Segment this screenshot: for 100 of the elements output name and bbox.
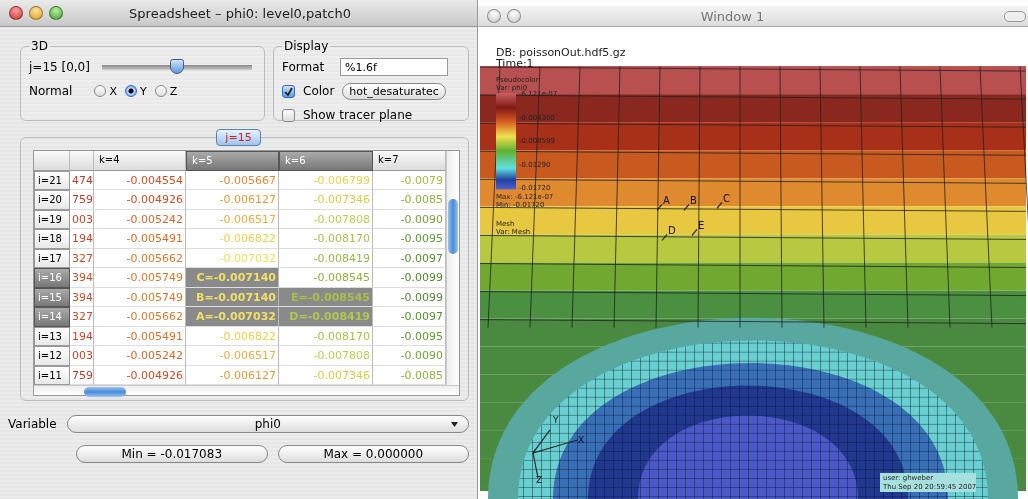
cell-value: -0.005491 <box>126 232 183 245</box>
close-button[interactable] <box>9 6 23 20</box>
radio-button[interactable]: X <box>94 84 117 98</box>
cell-value: -0.005662 <box>126 251 183 265</box>
cell-value: -0.008419 <box>313 251 370 265</box>
point-label: A <box>656 195 670 211</box>
cell-value: 194 <box>72 329 93 343</box>
cell-value: -0.004926 <box>126 193 183 206</box>
cell-value: 474 <box>72 173 93 187</box>
table-corner <box>34 151 70 171</box>
cell-value: -0.006127 <box>219 368 276 382</box>
group-label: Display <box>283 39 330 53</box>
cell-value: -0.008170 <box>313 232 370 245</box>
row-header[interactable]: i=20 <box>34 190 70 210</box>
axis-triad-drawing: Y X Z <box>532 414 585 485</box>
cell-value: -0.005242 <box>126 212 183 226</box>
cell-value: -0.0085 <box>400 368 443 382</box>
minimize-button[interactable] <box>29 6 43 20</box>
cell-value: -0.0099 <box>400 271 443 284</box>
cell-value: 003 <box>72 212 93 226</box>
point-label: B <box>683 195 697 211</box>
window-title: Window 1 <box>699 8 766 24</box>
max-button[interactable]: Max = 0.000000 <box>277 445 469 463</box>
cell-value: E=-0.008545 <box>290 290 370 304</box>
row-header[interactable]: i=12 <box>34 346 70 366</box>
cell-value: 194 <box>72 232 93 245</box>
close-button[interactable] <box>487 9 501 23</box>
cell-value: -0.005749 <box>126 290 183 304</box>
cell-value: -0.005749 <box>126 271 183 284</box>
row-header[interactable]: i=13 <box>34 326 70 346</box>
cell-value: -0.007346 <box>313 193 370 206</box>
cell-value: -0.0097 <box>400 310 443 323</box>
row-header[interactable]: i=11 <box>34 365 70 385</box>
cell-value: -0.006799 <box>313 173 370 187</box>
cell-value: -0.007032 <box>219 251 276 265</box>
row-header[interactable]: i=19 <box>34 209 70 229</box>
normal-label: Normal <box>29 84 73 98</box>
cell-value: -0.004554 <box>126 173 183 187</box>
slider-thumb[interactable] <box>169 59 184 74</box>
cell-value: 327 <box>72 310 93 323</box>
format-label: Format <box>282 60 326 74</box>
toolbar-button[interactable] <box>1004 10 1026 22</box>
checkbox-label: Show tracer plane <box>303 108 413 122</box>
cell-value: -0.006517 <box>219 212 276 226</box>
caret-icon <box>451 422 458 427</box>
cell-value: -0.006822 <box>219 329 276 343</box>
group-label: 3D <box>30 39 49 53</box>
column-header[interactable]: k=4 <box>94 151 186 171</box>
horizontal-scrollbar[interactable] <box>34 385 459 395</box>
cell-value: -0.006127 <box>219 193 276 206</box>
cell-value: D=-0.008419 <box>289 310 370 323</box>
cell-value: -0.0099 <box>400 290 443 304</box>
radio-button[interactable]: Z <box>154 84 178 98</box>
cell-value: -0.006517 <box>219 349 276 362</box>
window-title: Spreadsheet – phi0: level0,patch0 <box>128 5 352 21</box>
slice-tab[interactable]: j=15 <box>216 129 261 146</box>
zoom-button[interactable] <box>49 6 63 20</box>
cell-value: 759 <box>72 368 93 382</box>
cell-value: -0.005662 <box>126 310 183 323</box>
cell-value: -0.0095 <box>400 232 443 245</box>
cell-value: A=-0.007032 <box>195 310 276 323</box>
colormap-button[interactable]: hot_desaturatec <box>342 82 446 100</box>
row-header[interactable]: i=17 <box>34 248 70 268</box>
cell-value: B=-0.007140 <box>196 290 276 304</box>
row-header[interactable]: i=18 <box>34 229 70 249</box>
cell-value: -0.0095 <box>400 329 443 343</box>
cell-value: -0.007808 <box>313 212 370 226</box>
checkbox-label: Color <box>303 84 335 98</box>
vertical-scrollbar[interactable] <box>446 151 459 385</box>
column-header[interactable] <box>70 151 94 171</box>
cell-value: -0.005667 <box>219 173 276 187</box>
point-label: C <box>716 193 730 209</box>
point-label: D <box>661 225 676 241</box>
cell-value: -0.0097 <box>400 251 443 265</box>
point-label: E <box>691 220 705 236</box>
format-field[interactable]: %1.6f <box>340 58 448 76</box>
cell-value: -0.005242 <box>126 349 183 362</box>
cell-value: -0.007346 <box>313 368 370 382</box>
cell-value: 003 <box>72 349 93 362</box>
cell-value: C=-0.007140 <box>196 271 276 284</box>
cell-value: -0.005491 <box>126 329 183 343</box>
cell-value: -0.008170 <box>313 329 370 343</box>
cell-value: 394 <box>72 290 93 304</box>
cell-value: -0.004926 <box>126 368 183 382</box>
variable-dropdown[interactable]: phi0 <box>66 415 469 433</box>
cell-value: -0.0079 <box>400 173 443 187</box>
column-header[interactable]: k=7 <box>373 151 446 171</box>
cell-value: -0.006822 <box>219 232 276 245</box>
cell-value: -0.007808 <box>313 349 370 362</box>
cell-value: 327 <box>72 251 93 265</box>
slice-label: j=15 [0,0] <box>29 60 90 74</box>
radio-button[interactable]: Y <box>124 84 147 98</box>
checkbox[interactable] <box>282 108 295 122</box>
cell-value: 394 <box>72 271 93 284</box>
variable-label: Variable <box>8 417 57 431</box>
minimize-button[interactable] <box>507 9 521 23</box>
cell-value: -0.0090 <box>400 349 443 362</box>
min-button[interactable]: Min = -0.017083 <box>76 445 268 463</box>
checkbox[interactable] <box>282 84 295 98</box>
row-header[interactable]: i=21 <box>34 170 70 190</box>
